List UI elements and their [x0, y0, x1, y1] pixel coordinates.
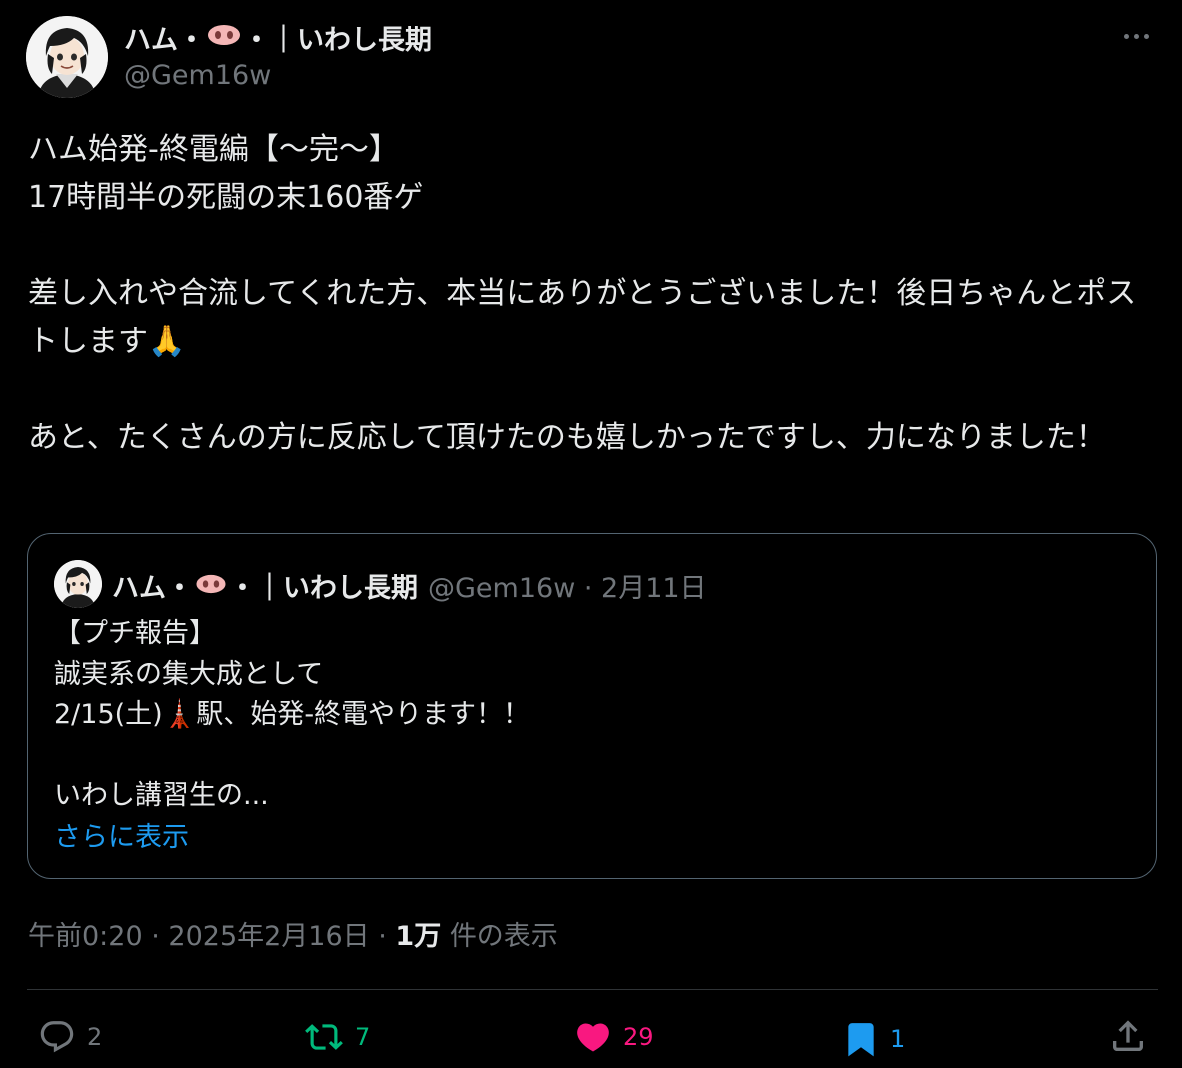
quoted-name-suffix: ・｜いわし長期 — [229, 573, 418, 604]
bookmark-icon — [842, 1018, 880, 1060]
author-avatar[interactable] — [26, 16, 108, 98]
more-options-button[interactable] — [1116, 30, 1156, 42]
action-bar: 2 7 29 1 — [0, 1012, 1182, 1068]
author-handle[interactable]: @Gem16w — [124, 60, 271, 91]
tweet-time[interactable]: 午前0:20 — [28, 921, 143, 952]
quoted-author-avatar[interactable] — [54, 560, 102, 608]
reply-icon — [37, 1018, 77, 1056]
share-icon — [1108, 1016, 1148, 1056]
retweet-button[interactable]: 7 — [303, 1018, 370, 1056]
like-button[interactable]: 29 — [573, 1018, 654, 1056]
retweet-count: 7 — [355, 1023, 371, 1051]
show-more-link[interactable]: さらに表示 — [54, 815, 189, 854]
views-label: 件の表示 — [449, 921, 558, 952]
pig-nose-icon — [207, 22, 241, 53]
reply-button[interactable]: 2 — [37, 1018, 102, 1056]
separator-dot: · — [151, 921, 169, 952]
views-count[interactable]: 1万 — [395, 921, 441, 952]
like-icon — [573, 1018, 613, 1056]
divider — [27, 989, 1158, 990]
author-display-name[interactable]: ハム・ ・｜いわし長期 — [124, 18, 432, 57]
quoted-author-name[interactable]: ハム・ ・｜いわし長期 — [112, 566, 418, 605]
pig-nose-icon — [195, 570, 227, 601]
quoted-tweet-header: ハム・ ・｜いわし長期 @Gem16w · 2月11日 — [112, 566, 707, 605]
like-count: 29 — [623, 1023, 654, 1051]
tweet-date[interactable]: 2025年2月16日 — [168, 921, 369, 952]
separator-dot: · — [378, 921, 396, 952]
tweet-metadata: 午前0:20 · 2025年2月16日 · 1万 件の表示 — [28, 914, 558, 953]
quoted-tweet-text: 【プチ報告】 誠実系の集大成として 2/15(土)🗼駅、始発-終電やります！！ … — [54, 618, 531, 811]
share-button[interactable] — [1108, 1016, 1148, 1056]
quoted-tweet[interactable]: ハム・ ・｜いわし長期 @Gem16w · 2月11日 【プチ報告】 誠実系の集… — [27, 533, 1157, 879]
retweet-icon — [303, 1018, 345, 1056]
reply-count: 2 — [87, 1023, 103, 1051]
tweet-text: ハム始発-終電編【〜完〜】 17時間半の死闘の末160番ゲ 差し入れや合流してく… — [28, 132, 1137, 455]
bookmark-count: 1 — [890, 1025, 906, 1053]
author-name-suffix: ・｜いわし長期 — [243, 25, 432, 56]
more-icon — [1123, 33, 1129, 39]
bookmark-button[interactable]: 1 — [842, 1018, 905, 1060]
quoted-handle-date: @Gem16w · 2月11日 — [428, 573, 707, 604]
author-name-prefix: ハム・ — [124, 25, 205, 56]
quoted-name-prefix: ハム・ — [112, 573, 193, 604]
